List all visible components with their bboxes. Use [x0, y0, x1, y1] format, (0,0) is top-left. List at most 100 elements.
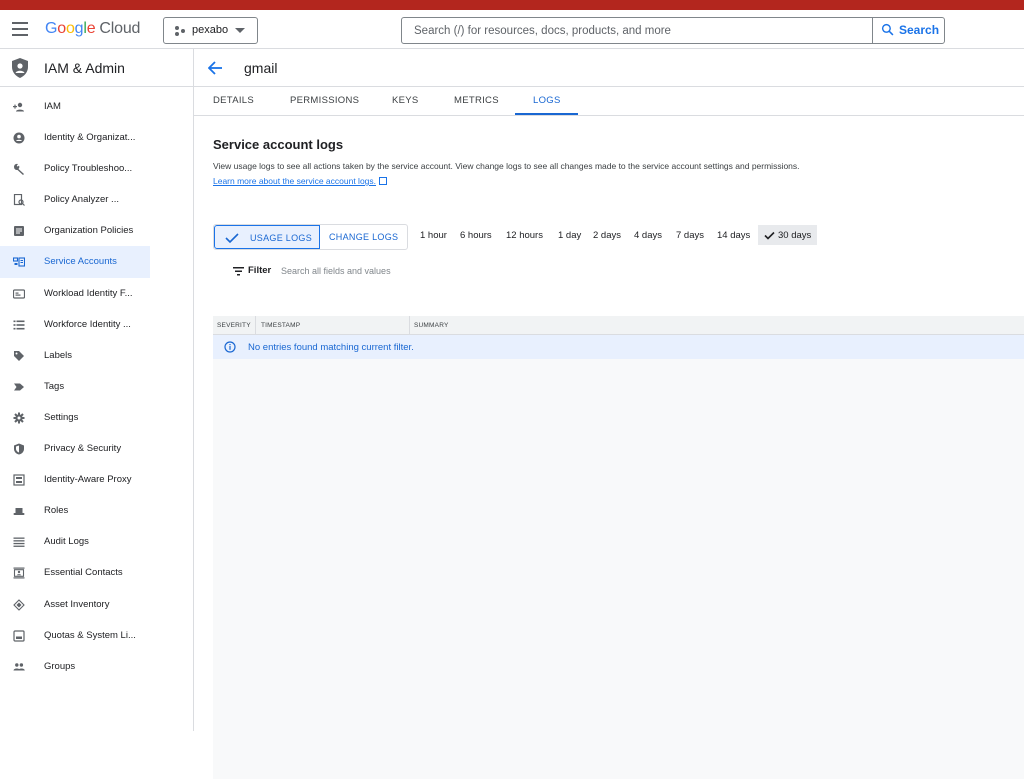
active-tab-indicator [515, 113, 578, 115]
usage-logs-button[interactable]: USAGE LOGS [214, 225, 320, 249]
tab-logs[interactable]: LOGS [533, 95, 561, 106]
sidebar-item-workforce-identity[interactable]: Workforce Identity ... [0, 309, 193, 340]
table-body [213, 359, 1024, 779]
tab-permissions[interactable]: PERMISSIONS [290, 95, 359, 106]
sidebar-item-label: Groups [44, 660, 76, 672]
range-1-hour[interactable]: 1 hour [420, 225, 447, 245]
range-30-days[interactable]: 30 days [758, 225, 818, 245]
id-card-icon [13, 288, 25, 299]
column-summary[interactable]: SUMMARY [414, 322, 449, 329]
tab-details[interactable]: DETAILS [213, 95, 254, 106]
sidebar: IAM & Admin IAM Identity & Organizat... … [0, 49, 194, 731]
sidebar-item-asset-inventory[interactable]: Asset Inventory [0, 589, 193, 620]
sidebar-header: IAM & Admin [0, 49, 193, 87]
project-name: pexabo [192, 24, 229, 36]
label-tag-icon [14, 350, 24, 361]
sidebar-item-tags[interactable]: Tags [0, 371, 193, 402]
sidebar-item-label: Workload Identity F... [44, 287, 133, 299]
top-bar: Google Cloud pexabo Search [0, 10, 1024, 49]
sidebar-item-roles[interactable]: Roles [0, 495, 193, 526]
sidebar-item-audit-logs[interactable]: Audit Logs [0, 526, 193, 557]
sidebar-nav: IAM Identity & Organizat... Policy Troub… [0, 87, 193, 682]
sidebar-item-policy-analyzer[interactable]: Policy Analyzer ... [0, 184, 193, 215]
sidebar-item-label: Labels [44, 349, 72, 361]
range-14-days[interactable]: 14 days [717, 225, 750, 245]
filter-icon [233, 267, 244, 276]
logo-suffix: Cloud [99, 20, 141, 37]
sidebar-item-label: Settings [44, 411, 79, 423]
external-link-icon [379, 177, 388, 185]
column-timestamp[interactable]: TIMESTAMP [261, 322, 300, 329]
logs-table: SEVERITY TIMESTAMP SUMMARY No entries fo… [213, 316, 1024, 779]
google-cloud-logo[interactable]: Google Cloud [45, 20, 140, 38]
range-1-day[interactable]: 1 day [558, 225, 581, 245]
search-bar: Search [401, 17, 945, 44]
diamond-icon [13, 598, 25, 611]
section-title: Service account logs [213, 137, 344, 152]
range-4-days[interactable]: 4 days [634, 225, 662, 245]
sidebar-item-workload-identity[interactable]: Workload Identity F... [0, 278, 193, 309]
sidebar-item-labels[interactable]: Labels [0, 340, 193, 371]
sidebar-item-quotas[interactable]: Quotas & System Li... [0, 620, 193, 651]
sidebar-item-policy-troubleshooter[interactable]: Policy Troubleshoo... [0, 153, 193, 184]
logo-letter: G [45, 20, 58, 37]
shield-icon [14, 443, 24, 455]
person-add-icon [13, 102, 24, 112]
hat-icon [13, 508, 25, 516]
tab-bar: DETAILS PERMISSIONS KEYS METRICS LOGS [194, 87, 1024, 116]
sidebar-item-iam[interactable]: IAM [0, 91, 193, 122]
menu-icon[interactable] [12, 22, 28, 36]
search-input[interactable] [402, 18, 872, 43]
project-selector[interactable]: pexabo [163, 17, 258, 44]
logs-section: Service account logs View usage logs to … [213, 137, 1024, 779]
sidebar-item-label: Policy Troubleshoo... [44, 163, 133, 175]
back-arrow-icon[interactable] [208, 61, 223, 75]
sidebar-item-label: Organization Policies [44, 225, 134, 237]
iam-shield-icon [12, 58, 28, 78]
sidebar-item-identity-organization[interactable]: Identity & Organizat... [0, 122, 193, 153]
tag-arrow-icon [14, 383, 24, 391]
wrench-icon [13, 164, 24, 176]
sidebar-item-service-accounts[interactable]: Service Accounts [0, 246, 150, 278]
sidebar-item-label: Workforce Identity ... [44, 318, 131, 330]
gear-icon [13, 412, 25, 424]
range-6-hours[interactable]: 6 hours [460, 225, 492, 245]
filter-label: Filter [248, 265, 272, 276]
change-logs-button[interactable]: CHANGE LOGS [320, 225, 408, 249]
contact-icon [13, 567, 25, 579]
range-7-days[interactable]: 7 days [676, 225, 704, 245]
sidebar-item-label: Essential Contacts [44, 567, 123, 579]
range-2-days[interactable]: 2 days [593, 225, 621, 245]
empty-state-message: No entries found matching current filter… [248, 342, 414, 353]
project-icon [175, 26, 185, 36]
sidebar-item-essential-contacts[interactable]: Essential Contacts [0, 557, 193, 588]
sidebar-item-organization-policies[interactable]: Organization Policies [0, 215, 193, 246]
article-icon [14, 226, 24, 237]
sidebar-item-groups[interactable]: Groups [0, 651, 193, 682]
sidebar-item-label: Audit Logs [44, 536, 89, 548]
column-severity[interactable]: SEVERITY [217, 322, 251, 329]
tab-keys[interactable]: KEYS [392, 95, 419, 106]
search-button[interactable]: Search [872, 18, 945, 43]
sidebar-item-label: Tags [44, 380, 65, 392]
section-description: View usage logs to see all actions taken… [213, 161, 800, 171]
sidebar-title: IAM & Admin [44, 60, 125, 76]
sidebar-item-label: Service Accounts [44, 256, 117, 268]
sidebar-item-label: Quotas & System Li... [44, 629, 136, 641]
sidebar-item-settings[interactable]: Settings [0, 402, 193, 433]
page-title: gmail [244, 60, 278, 76]
logo-letter: o [65, 20, 75, 37]
sidebar-item-label: Privacy & Security [44, 443, 122, 455]
learn-more-link[interactable]: Learn more about the service account log… [213, 176, 376, 186]
main-panel: gmail DETAILS PERMISSIONS KEYS METRICS L… [194, 49, 1024, 779]
sidebar-item-identity-aware-proxy[interactable]: Identity-Aware Proxy [0, 464, 193, 495]
caret-down-icon [235, 28, 245, 33]
sidebar-item-label: Asset Inventory [44, 598, 110, 610]
sidebar-item-privacy-security[interactable]: Privacy & Security [0, 433, 193, 464]
filter-input[interactable] [281, 264, 581, 278]
sidebar-item-label: Policy Analyzer ... [44, 194, 119, 206]
account-circle-icon [13, 132, 25, 144]
tab-metrics[interactable]: METRICS [454, 95, 499, 106]
lines-icon [13, 537, 25, 548]
range-12-hours[interactable]: 12 hours [506, 225, 543, 245]
